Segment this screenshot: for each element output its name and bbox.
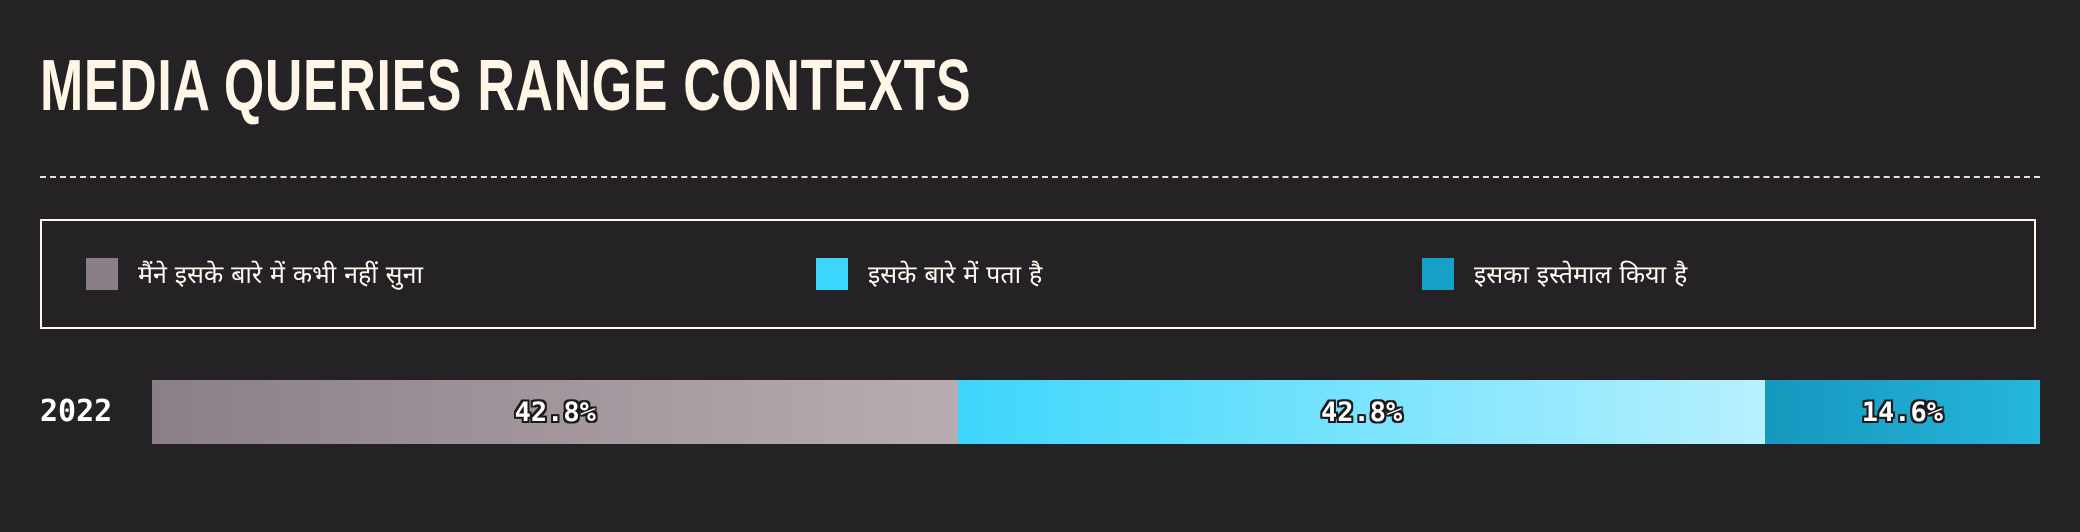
legend-label-never-heard: मैंने इसके बारे में कभी नहीं सुना <box>138 260 423 289</box>
bar-segment-know-about: 42.8% <box>958 380 1765 444</box>
legend-item-know-about: इसके बारे में पता है <box>816 221 1042 327</box>
title-divider <box>40 176 2040 178</box>
legend-item-never-heard: मैंने इसके बारे में कभी नहीं सुना <box>86 221 423 327</box>
legend-swatch-never-heard <box>86 258 118 290</box>
legend-label-used: इसका इस्तेमाल किया है <box>1474 260 1688 289</box>
chart-title: MEDIA QUERIES RANGE CONTEXTS <box>40 46 972 126</box>
row-label-2022: 2022 <box>40 394 113 429</box>
legend-label-know-about: इसके बारे में पता है <box>868 260 1043 289</box>
bar-segment-never-heard: 42.8% <box>152 380 959 444</box>
data-label-never-heard: 42.8% <box>514 396 596 428</box>
legend-item-used: इसका इस्तेमाल किया है <box>1422 221 1687 327</box>
bar-segment-used: 14.6% <box>1764 380 2040 444</box>
legend-swatch-know-about <box>816 258 848 290</box>
legend: मैंने इसके बारे में कभी नहीं सुना इसके ब… <box>40 219 2036 329</box>
stacked-bar-2022: 42.8% 42.8% 14.6% <box>152 380 2040 444</box>
data-label-used: 14.6% <box>1861 396 1944 428</box>
legend-swatch-used <box>1422 258 1454 290</box>
data-label-know-about: 42.8% <box>1321 396 1403 428</box>
